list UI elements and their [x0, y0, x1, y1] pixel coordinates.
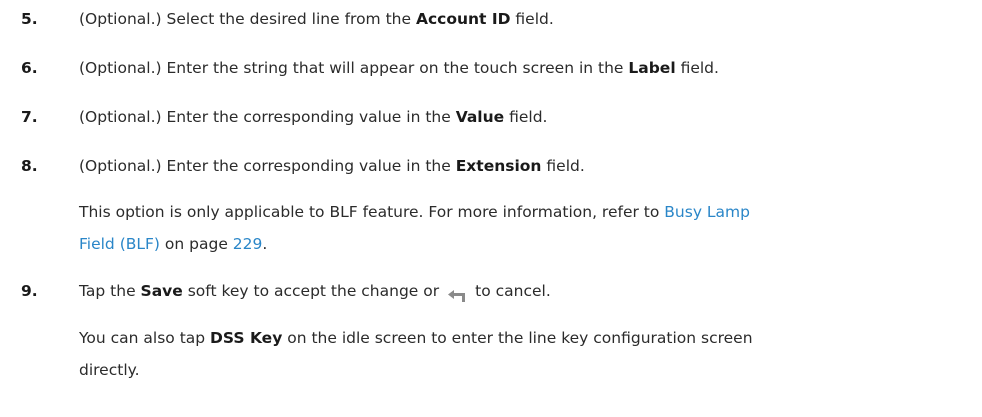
- dss-note-line-1: You can also tap DSS Key on the idle scr…: [79, 322, 968, 354]
- dss-key-name: DSS Key: [210, 329, 283, 347]
- step-number: 9.: [21, 282, 38, 300]
- step-field-name: Extension: [455, 157, 542, 175]
- step-field-name: Account ID: [415, 10, 511, 28]
- step-text-post: field.: [510, 10, 554, 28]
- blf-note-mid: on page: [159, 235, 233, 253]
- step-text: (Optional.) Select the desired line from…: [79, 2, 968, 36]
- step-number: 7.: [21, 108, 38, 126]
- step-text: Tap the Save soft key to accept the chan…: [79, 274, 968, 308]
- step-text-post-2: to cancel.: [475, 282, 551, 300]
- step-text: (Optional.) Enter the corresponding valu…: [79, 149, 968, 183]
- step-number: 5.: [21, 10, 38, 28]
- step-text: (Optional.) Enter the string that will a…: [79, 51, 968, 85]
- step-text-pre: (Optional.) Select the desired line from…: [79, 10, 416, 28]
- dss-note-text: You can also tap: [79, 329, 211, 347]
- step-number: 6.: [21, 59, 38, 77]
- blf-link[interactable]: Busy Lamp: [664, 203, 750, 221]
- step-text-post: field.: [504, 108, 548, 126]
- dss-note-line-2: directly.: [79, 361, 140, 379]
- step-text-post: field.: [541, 157, 585, 175]
- step-number: 8.: [21, 157, 38, 175]
- blf-note-text: This option is only applicable to BLF fe…: [79, 203, 665, 221]
- step-text-pre: (Optional.) Enter the corresponding valu…: [79, 157, 456, 175]
- step-text-post: field.: [675, 59, 719, 77]
- step-text-post: soft key to accept the change or: [182, 282, 440, 300]
- blf-note-end: .: [262, 235, 268, 253]
- document-page: 5. (Optional.) Select the desired line f…: [0, 0, 982, 417]
- blf-link-continued[interactable]: Field (BLF): [79, 235, 160, 253]
- blf-note: This option is only applicable to BLF fe…: [79, 196, 968, 260]
- back-arrow-icon: [445, 282, 469, 302]
- dss-note-text-post: on the idle screen to enter the line key…: [282, 329, 753, 347]
- blf-note-line-2: Field (BLF) on page 229.: [79, 228, 968, 260]
- step-field-name: Value: [455, 108, 505, 126]
- step-text-pre: (Optional.) Enter the corresponding valu…: [79, 108, 456, 126]
- dss-note: You can also tap DSS Key on the idle scr…: [79, 322, 968, 386]
- page-link[interactable]: 229: [233, 235, 263, 253]
- step-text-pre: Tap the: [79, 282, 141, 300]
- step-text-pre: (Optional.) Enter the string that will a…: [79, 59, 629, 77]
- step-field-name: Label: [628, 59, 676, 77]
- blf-note-line-1: This option is only applicable to BLF fe…: [79, 196, 968, 228]
- step-text: (Optional.) Enter the corresponding valu…: [79, 100, 968, 134]
- step-key-name: Save: [140, 282, 183, 300]
